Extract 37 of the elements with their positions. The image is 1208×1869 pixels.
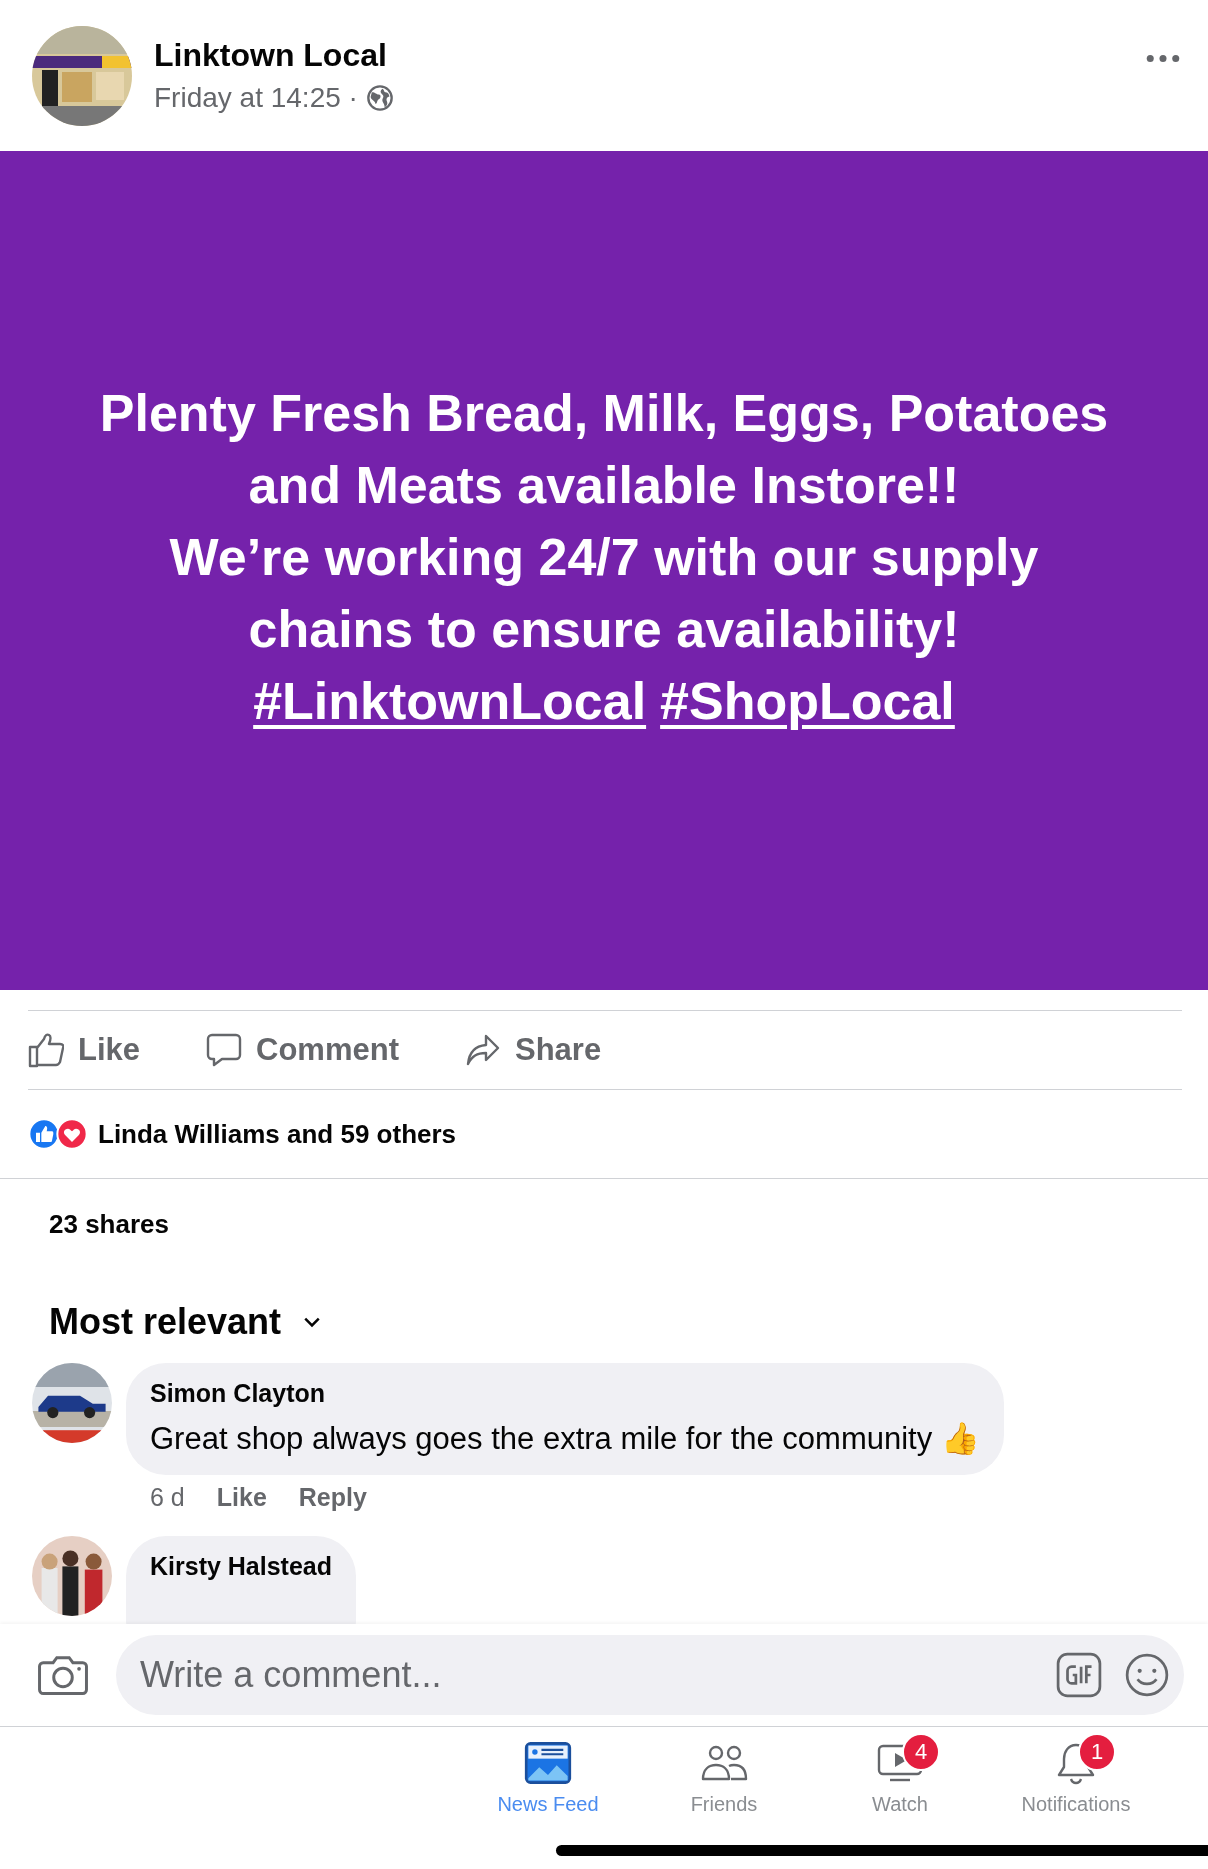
- speech-bubble-icon: [206, 1032, 243, 1068]
- sort-label[interactable]: Most relevant: [49, 1301, 282, 1343]
- camera-icon[interactable]: [38, 1654, 88, 1696]
- share-button[interactable]: Share: [465, 1032, 602, 1068]
- page-name[interactable]: Linktown Local: [154, 37, 1146, 74]
- more-icon[interactable]: [1146, 54, 1180, 63]
- notification-badge: 1: [1078, 1733, 1116, 1771]
- tab-bar-item[interactable]: News Feed: [460, 1727, 636, 1845]
- post-text: Plenty Fresh Bread, Milk, Eggs, Potatoes and Meats available Instore!!: [98, 382, 1110, 516]
- hashtag-link[interactable]: #LinktownLocal: [253, 664, 647, 737]
- comment-field[interactable]: Write a comment...: [116, 1635, 1184, 1715]
- commenter-name[interactable]: Kirsty Halstead: [150, 1552, 333, 1581]
- news-feed-icon: [524, 1741, 572, 1785]
- tab-bar-item[interactable]: Friends: [636, 1727, 812, 1845]
- reaction-summary[interactable]: Linda Williams and 59 others: [98, 1118, 457, 1150]
- comment-button[interactable]: Comment: [206, 1032, 399, 1068]
- share-count[interactable]: 23 shares: [0, 1179, 1208, 1271]
- share-arrow-icon: [465, 1032, 501, 1068]
- comment-text: Great shop always goes the extra mile for the community 👍: [150, 1420, 980, 1457]
- comment-time: 6 d: [150, 1483, 185, 1512]
- notification-badge: 4: [902, 1733, 940, 1771]
- tab-bar-item[interactable]: 4 Watch: [812, 1727, 988, 1845]
- love-reaction-icon: [56, 1118, 88, 1150]
- post-text: We’re working 24/7 with our supply chains to ensure availability!: [168, 526, 1040, 660]
- like-button[interactable]: Like: [28, 1032, 141, 1068]
- gif-icon[interactable]: [1056, 1652, 1102, 1698]
- globe-icon: [365, 84, 394, 112]
- commenter-name[interactable]: Simon Clayton: [150, 1379, 980, 1408]
- post-time: Friday at 14:25 ·: [154, 82, 358, 114]
- comment-action-link[interactable]: Reply: [298, 1483, 367, 1512]
- hashtag-link[interactable]: #ShopLocal: [660, 664, 955, 737]
- tab-bar-item[interactable]: 1 Notifications: [988, 1727, 1164, 1845]
- chevron-down-icon[interactable]: [303, 1316, 322, 1328]
- like-reaction-icon: [28, 1118, 60, 1150]
- thumbs-up-icon: [28, 1032, 64, 1068]
- comment-action-link[interactable]: Like: [216, 1483, 267, 1512]
- smiley-icon[interactable]: [1124, 1652, 1170, 1698]
